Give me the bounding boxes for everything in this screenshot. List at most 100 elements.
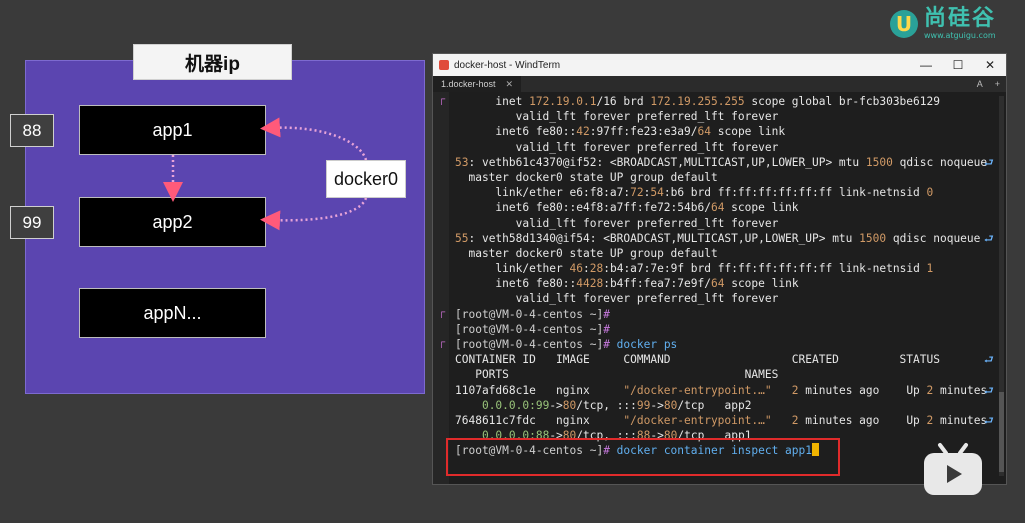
terminal-line: valid_lft forever preferred_lft forever	[455, 140, 994, 155]
terminal-text: valid_lft forever preferred_lft forever	[455, 110, 779, 124]
terminal-line: [root@VM-0-4-centos ~]#	[455, 307, 994, 322]
terminal-line: 1107afd68c1e nginx "/docker-entrypoint.……	[455, 383, 994, 398]
terminal-line: master docker0 state UP group default	[455, 246, 994, 261]
tab-close-icon[interactable]: ✕	[506, 79, 514, 90]
fold-marker-icon[interactable]: ┌	[438, 337, 445, 348]
terminal-line: master docker0 state UP group default	[455, 170, 994, 185]
terminal-text: inet6 fe80::	[455, 277, 577, 291]
terminal-text: :b4:a7:7e:9f brd ff:ff:ff:ff:ff:ff link-…	[603, 262, 927, 276]
terminal-text: 64	[710, 201, 725, 215]
terminal-text: :b6 brd ff:ff:ff:ff:ff:ff link-netnsid	[663, 186, 927, 200]
terminal-text: 72	[630, 186, 644, 200]
terminal-text: master docker0 state UP group default	[455, 246, 718, 260]
terminal-text: ->	[650, 398, 664, 412]
terminal-text: 2	[791, 383, 799, 397]
terminal-text: 80	[663, 398, 678, 412]
terminal-pane[interactable]: ┌ ┌ ┌ inet 172.19.0.1/16 brd 172.19.255.25…	[433, 92, 1006, 484]
terminal-line: inet 172.19.0.1/16 brd 172.19.255.255 sc…	[455, 94, 994, 109]
terminal-text: 54	[650, 186, 664, 200]
terminal-text: minutes	[933, 383, 988, 397]
terminal-text: "/docker-entrypoint.…"	[623, 383, 772, 397]
terminal-text: 172.19.255.255	[650, 95, 745, 108]
terminal-text: #	[603, 322, 610, 336]
terminal-text: minutes ago Up	[798, 413, 927, 427]
line-wrap-icon: ⮐	[983, 383, 994, 397]
terminal-text: link/ether	[455, 262, 570, 276]
windterm-window: docker-host - WindTerm — ☐ ✕ 1.docker-ho…	[432, 53, 1007, 485]
terminal-line: [root@VM-0-4-centos ~]# docker ps	[455, 337, 994, 352]
terminal-line: link/ether e6:f8:a7:72:54:b6 brd ff:ff:f…	[455, 185, 994, 200]
tab-docker-host[interactable]: 1.docker-host ✕	[433, 76, 522, 92]
terminal-text: :97ff:fe23:e3a9/	[589, 125, 698, 139]
terminal-line: PORTS NAMES	[455, 367, 994, 382]
terminal-text: #	[603, 338, 610, 351]
terminal-text: /tcp app2	[677, 398, 752, 412]
terminal-text: qdisc noqueue	[892, 155, 988, 169]
port-88-box: 88	[10, 114, 54, 147]
terminal-text: 64	[710, 277, 725, 291]
terminal-text: 1500	[859, 231, 887, 245]
new-tab-icon[interactable]: +	[995, 79, 1000, 89]
minimize-button[interactable]: —	[910, 54, 942, 76]
terminal-text: #	[603, 307, 610, 321]
terminal-line: valid_lft forever preferred_lft forever	[455, 109, 994, 124]
atguigu-logo: U 尚硅谷 www.atguigu.com	[890, 8, 996, 40]
terminal-text: /tcp, :::	[576, 398, 637, 412]
maximize-button[interactable]: ☐	[942, 54, 974, 76]
terminal-text: :	[583, 262, 590, 276]
terminal-text: [root@VM-0-4-centos ~]	[455, 307, 604, 321]
terminal-text: 99	[636, 398, 651, 412]
tab-label: 1.docker-host	[441, 79, 496, 89]
terminal-text: "/docker-entrypoint.…"	[623, 413, 772, 427]
terminal-text: 80	[562, 398, 577, 412]
terminal-line: 53: vethb61c4370@if52: <BROADCAST,MULTIC…	[455, 155, 994, 170]
window-title: docker-host - WindTerm	[454, 59, 561, 71]
terminal-text: : vethb61c4370@if52: <BROADCAST,MULTICAS…	[468, 155, 866, 169]
terminal-line: 55: veth58d1340@if54: <BROADCAST,MULTICA…	[455, 231, 994, 246]
font-size-icon[interactable]: A	[977, 79, 983, 89]
terminal-text: 1500	[865, 155, 893, 169]
logo-u-icon: U	[890, 10, 918, 38]
app1-box: app1	[79, 105, 266, 155]
terminal-text: 172.19.0.1	[529, 95, 597, 108]
terminal-gutter: ┌ ┌ ┌	[433, 92, 449, 484]
line-wrap-icon: ⮐	[983, 231, 994, 245]
command-highlight-box	[446, 438, 840, 476]
video-play-icon	[924, 443, 982, 495]
terminal-text: inet6 fe80::e4f8:a7ff:fe72:54b6/	[455, 201, 711, 215]
terminal-line: inet6 fe80::4428:b4ff:fea7:7e9f/64 scope…	[455, 276, 994, 291]
terminal-text: :b4ff:fea7:7e9f/	[603, 277, 711, 291]
terminal-output[interactable]: inet 172.19.0.1/16 brd 172.19.255.255 sc…	[455, 94, 994, 459]
close-button[interactable]: ✕	[974, 54, 1006, 76]
terminal-text: scope link	[724, 201, 799, 215]
line-wrap-icon: ⮐	[983, 353, 994, 367]
terminal-line: 7648611c7fdc nginx "/docker-entrypoint.……	[455, 413, 994, 428]
terminal-text: CONTAINER ID IMAGE COMMAND CREATED STATU…	[455, 353, 940, 367]
terminal-text: minutes ago Up	[798, 383, 927, 397]
logo-url: www.atguigu.com	[924, 31, 996, 40]
docker0-bridge-box: docker0	[326, 160, 406, 198]
terminal-text: 28	[589, 262, 604, 276]
fold-marker-icon[interactable]: ┌	[438, 94, 445, 105]
window-titlebar[interactable]: docker-host - WindTerm — ☐ ✕	[433, 54, 1006, 76]
terminal-text: 53	[455, 155, 469, 169]
terminal-text: [root@VM-0-4-centos ~]	[455, 338, 604, 351]
tab-bar: 1.docker-host ✕ A +	[433, 76, 1006, 92]
app2-box: app2	[79, 197, 266, 247]
terminal-text: inet6 fe80::	[455, 125, 577, 139]
terminal-text: 7648611c7fdc nginx	[455, 413, 624, 427]
terminal-text: [root@VM-0-4-centos ~]	[455, 322, 604, 336]
line-wrap-icon: ⮐	[983, 413, 994, 427]
terminal-scroll-thumb[interactable]	[999, 392, 1004, 472]
terminal-line: CONTAINER ID IMAGE COMMAND CREATED STATU…	[455, 352, 994, 367]
terminal-text: : veth58d1340@if54: <BROADCAST,MULTICAST…	[468, 231, 860, 245]
terminal-line: 0.0.0.0:99->80/tcp, :::99->80/tcp app2	[455, 398, 994, 413]
fold-marker-icon[interactable]: ┌	[438, 307, 445, 318]
machine-ip-label: 机器ip	[133, 44, 292, 80]
terminal-text: 0.0.0.0:99	[481, 398, 550, 412]
terminal-text: scope link	[724, 277, 799, 291]
terminal-text: master docker0 state UP group default	[455, 170, 718, 184]
terminal-text: /16 brd	[596, 95, 651, 108]
